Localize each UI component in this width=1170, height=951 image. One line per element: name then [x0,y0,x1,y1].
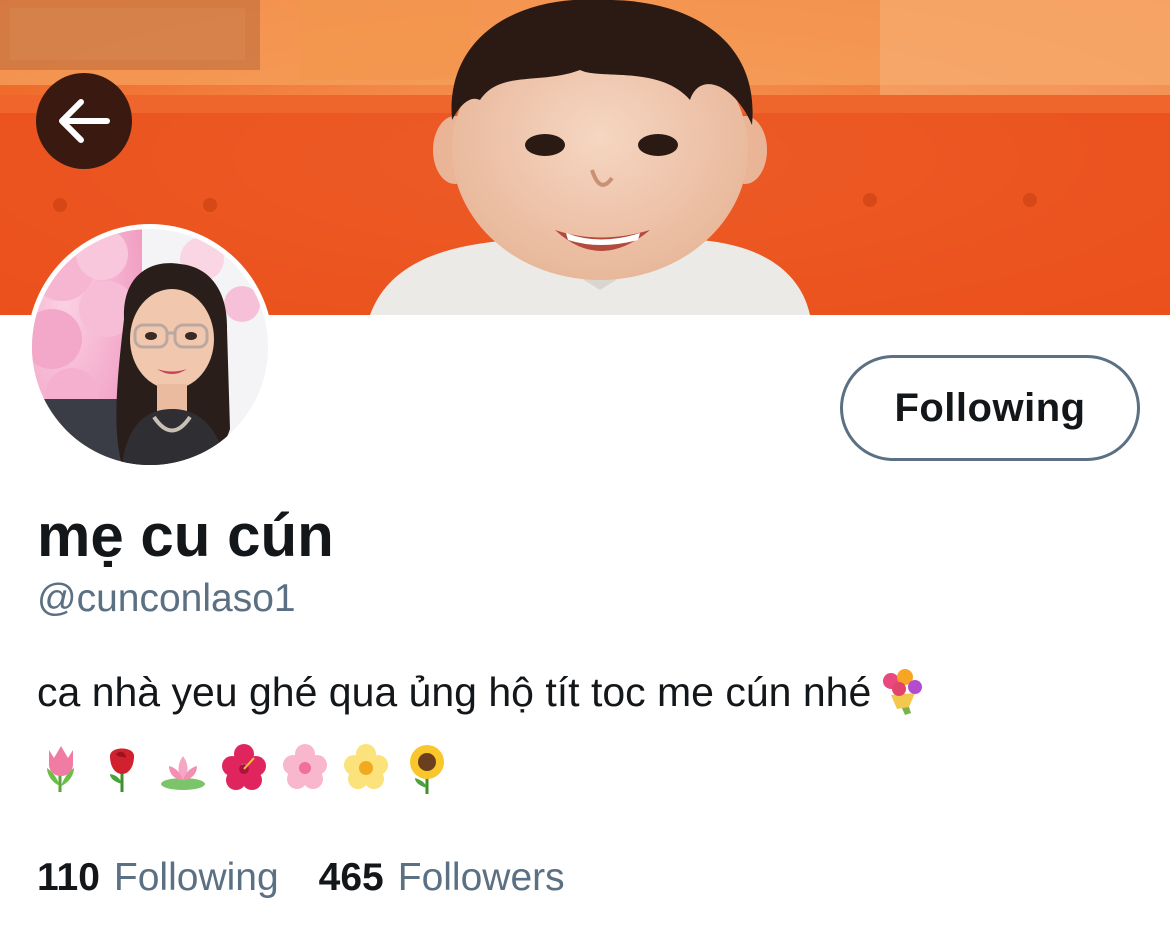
rose-icon [110,748,134,792]
following-stat[interactable]: 110 Following [37,854,279,902]
lotus-icon [161,756,205,790]
followers-stat[interactable]: 465 Followers [319,854,565,902]
hibiscus-icon [222,744,266,790]
blossom-icon [344,744,388,789]
bio: ca nhà yeu ghé qua ủng hộ tít toc me cún… [37,665,925,719]
user-handle: @cunconlaso1 [37,577,296,620]
display-name: mẹ cu cún [37,502,334,569]
following-count: 110 [37,856,100,899]
tulip-icon [47,746,74,792]
avatar-photo [32,229,268,465]
cherry-blossom-icon [283,744,327,789]
followers-count: 465 [318,856,384,899]
sunflower-icon [410,745,444,794]
bouquet-icon [883,669,923,715]
avatar[interactable] [27,224,273,470]
arrow-left-icon [59,99,110,143]
bio-emoji-row [37,742,451,794]
following-button[interactable]: Following [840,355,1140,461]
bio-text: ca nhà yeu ghé qua ủng hộ tít toc me cún… [37,669,872,715]
followers-label: Followers [397,856,565,899]
back-button[interactable] [36,73,132,169]
follow-stats: 110 Following 465 Followers [37,854,565,902]
following-label: Following [113,856,279,899]
profile-page: Following mẹ cu cún @cunconlaso1 ca nhà … [0,0,1170,951]
